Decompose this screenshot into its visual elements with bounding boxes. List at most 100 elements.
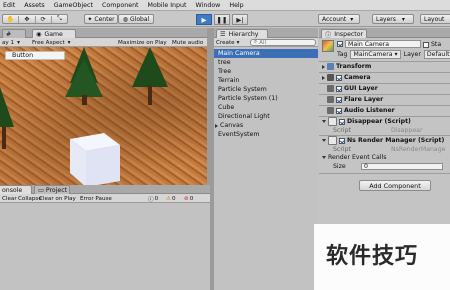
scale-tool-icon[interactable]: ⤡ [52,15,67,23]
size-field[interactable]: 0 [361,162,443,170]
menu-gameobject[interactable]: GameObject [54,2,93,9]
create-dropdown[interactable]: Create ▾ [216,39,239,46]
chevron-down-icon: ▾ [67,39,71,46]
render-event-calls-foldout[interactable]: Render Event Calls [319,153,450,161]
globe-icon: ◍ [122,15,129,23]
collapse-arrow-icon[interactable] [322,120,326,123]
tab-scene[interactable]: # [2,29,26,38]
pivot-toggle[interactable]: ✦ Center [84,14,118,24]
active-checkbox[interactable] [337,41,343,47]
component-audio-listener[interactable]: Audio Listener [319,106,450,115]
divider [319,173,450,174]
tag-label: Tag [337,51,348,58]
error-count: 0 [189,195,194,202]
component-disappear-script[interactable]: Disappear (Script) [319,117,450,126]
script-icon [328,117,337,126]
tab-project[interactable]: ▭ Project [34,185,70,194]
tree-icon [132,47,168,87]
component-gui-layer[interactable]: GUI Layer [319,84,450,93]
gui-layer-icon [327,85,334,92]
step-icon: ▶| [236,15,244,24]
tab-inspector[interactable]: ⓘ Inspector [321,29,367,39]
rotate-tool-icon[interactable]: ⟳ [36,15,52,23]
layout-dropdown[interactable]: Layout [420,14,450,24]
hierarchy-item-canvas[interactable]: Canvas [214,121,318,130]
hierarchy-item-tree-2[interactable]: Tree [214,67,318,76]
tag-dropdown[interactable]: MainCamera ▾ [350,50,401,59]
hierarchy-item-particle-system[interactable]: Particle System [214,85,318,94]
menu-help[interactable]: Help [229,2,243,9]
component-transform[interactable]: Transform [319,62,450,71]
tab-hierarchy[interactable]: ☰ Hierarchy [216,29,268,38]
gui-layer-enabled-checkbox[interactable] [336,85,342,92]
hierarchy-list-icon: ☰ [220,30,226,38]
collapse-arrow-icon[interactable] [322,139,326,142]
tree-trunk [82,95,87,105]
component-flare-layer[interactable]: Flare Layer [319,95,450,104]
maximize-on-play-toggle[interactable]: Maximize on Play [118,39,167,46]
pivot-icon: ✦ [87,15,93,23]
object-name-field[interactable]: Main Camera [345,40,421,48]
disappear-enabled-checkbox[interactable] [339,118,345,125]
ns-render-script-field: Script NsRenderManage [319,145,450,153]
component-camera[interactable]: Camera [319,73,450,82]
pivot-label: Center [94,15,115,23]
canvas-ui-button[interactable]: Button [5,51,65,60]
hand-tool-icon[interactable]: ✋ [3,15,20,23]
hierarchy-tabbar: ☰ Hierarchy [214,28,318,38]
tab-console[interactable]: onsole [0,185,32,194]
hierarchy-item-tree[interactable]: tree [214,58,318,67]
hierarchy-item-directional-light[interactable]: Directional Light [214,112,318,121]
clear-button[interactable]: Clear [2,195,17,202]
pause-button[interactable]: ❚❚ [214,14,230,25]
hierarchy-item-particle-system-1[interactable]: Particle System (1) [214,94,318,103]
mute-audio-toggle[interactable]: Mute audio [172,39,203,46]
size-value: 0 [364,162,368,170]
expand-arrow-icon[interactable] [322,64,325,69]
step-button[interactable]: ▶| [232,14,248,25]
space-toggle[interactable]: ◍ Global [118,14,154,24]
collapse-arrow-icon[interactable] [322,155,326,159]
hierarchy-item-main-camera[interactable]: Main Camera [214,49,318,58]
camera-enabled-checkbox[interactable] [336,74,342,81]
expand-arrow-icon[interactable] [322,75,325,80]
game-tabbar: # ◉ Game [0,28,210,38]
menu-assets[interactable]: Assets [24,2,45,9]
account-dropdown[interactable]: Account ▾ [318,14,360,24]
game-viewport[interactable]: Button [0,47,207,185]
layer-dropdown[interactable]: Default [423,50,450,59]
menu-window[interactable]: Window [196,2,221,9]
play-button[interactable]: ▶ [196,14,212,25]
menu-mobile-input[interactable]: Mobile Input [148,2,187,9]
flare-layer-enabled-checkbox[interactable] [336,96,342,103]
disappear-script-value[interactable]: Disappear [391,127,423,134]
ns-render-script-value[interactable]: NsRenderManage [391,146,445,153]
flare-layer-icon [327,96,334,103]
info-count-toggle[interactable]: ⓘ 0 [148,195,158,203]
error-pause-toggle[interactable]: Error Pause [80,195,112,202]
game-tab-label: Game [44,30,63,38]
component-transform-label: Transform [336,63,372,70]
tab-game[interactable]: ◉ Game [32,29,76,38]
aspect-dropdown[interactable]: Free Aspect ▾ [32,39,70,46]
ns-render-enabled-checkbox[interactable] [339,137,345,144]
menu-edit[interactable]: Edit [3,2,15,9]
inspector-tab-label: Inspector [334,30,364,38]
clear-on-play-toggle[interactable]: Clear on Play [39,195,76,202]
hierarchy-item-eventsystem[interactable]: EventSystem [214,130,318,139]
static-toggle[interactable]: Sta [423,41,450,48]
folder-icon: ▭ [38,186,44,194]
add-component-button[interactable]: Add Component [359,180,431,191]
hierarchy-item-terrain[interactable]: Terrain [214,76,318,85]
menu-component[interactable]: Component [102,2,139,9]
component-ns-render-manager[interactable]: Ns Render Manager (Script) [319,136,450,145]
expand-arrow-icon[interactable] [215,123,218,128]
error-count-toggle[interactable]: ⊘ 0 [184,195,193,202]
warning-count-toggle[interactable]: ⚠ 0 [166,195,176,202]
hierarchy-search-input[interactable]: ⌕ All [250,39,316,46]
layers-dropdown[interactable]: Layers ▾ [372,14,414,24]
move-tool-icon[interactable]: ✥ [19,15,36,23]
hierarchy-item-cube[interactable]: Cube [214,103,318,112]
display-dropdown[interactable]: ay 1 ▾ [2,39,20,46]
audio-listener-enabled-checkbox[interactable] [336,107,342,114]
